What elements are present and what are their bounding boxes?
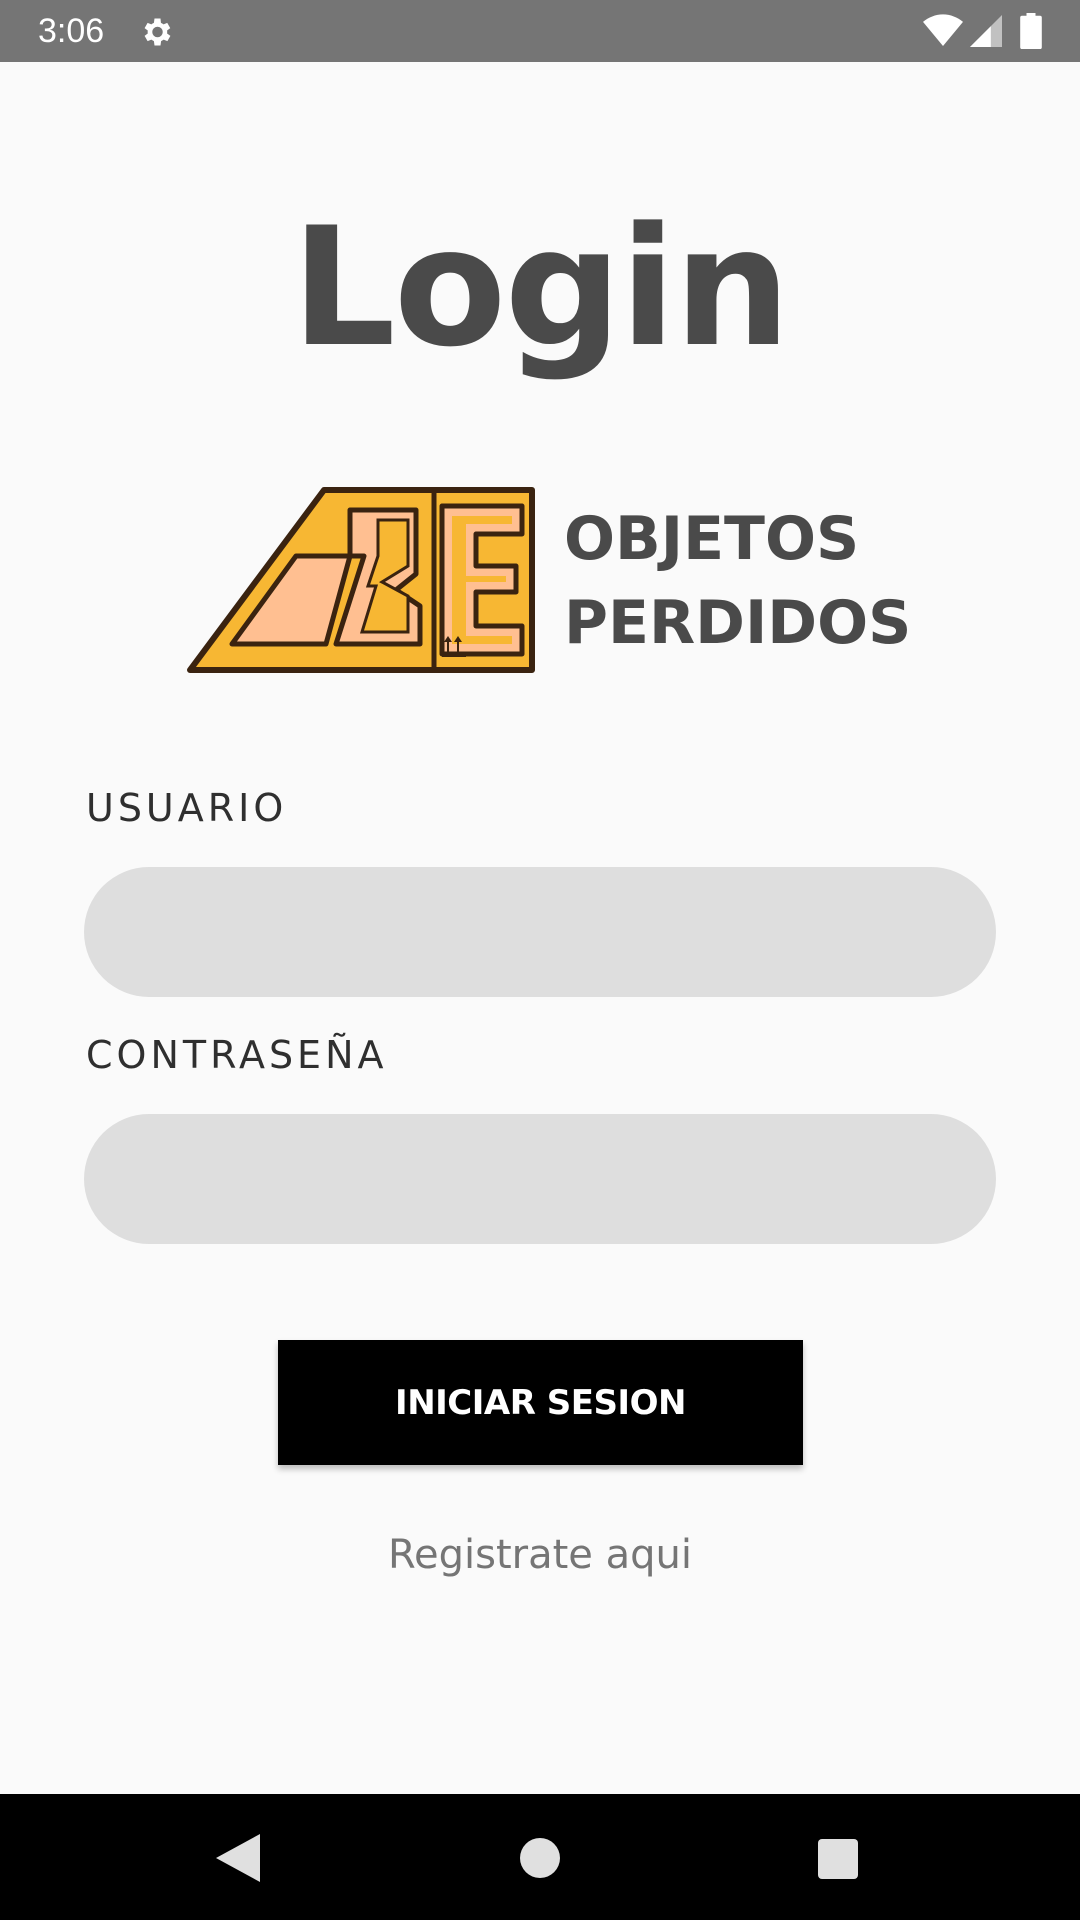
signal-icon — [970, 15, 1002, 47]
navigation-bar — [0, 1794, 1080, 1920]
login-button[interactable]: INICIAR SESION — [278, 1340, 803, 1465]
username-input[interactable] — [84, 867, 996, 997]
status-bar: 3:06 — [0, 0, 1080, 62]
gear-icon — [144, 18, 171, 46]
register-link[interactable]: Registrate aqui — [0, 1532, 1080, 1578]
objetos-perdidos-logo — [187, 487, 535, 673]
password-input[interactable] — [84, 1114, 996, 1244]
wifi-icon — [923, 14, 963, 47]
status-time: 3:06 — [38, 12, 105, 50]
logo-text: OBJETOS PERDIDOS — [564, 497, 911, 665]
home-icon[interactable] — [520, 1838, 560, 1878]
recents-icon[interactable] — [818, 1839, 858, 1879]
logo-text-line1: OBJETOS — [564, 504, 860, 574]
back-icon[interactable] — [216, 1834, 260, 1882]
username-label: USUARIO — [86, 786, 288, 830]
logo-text-line2: PERDIDOS — [564, 588, 912, 658]
battery-icon — [1020, 13, 1042, 49]
page-title: Login — [291, 192, 791, 383]
password-label: CONTRASEÑA — [86, 1033, 388, 1077]
